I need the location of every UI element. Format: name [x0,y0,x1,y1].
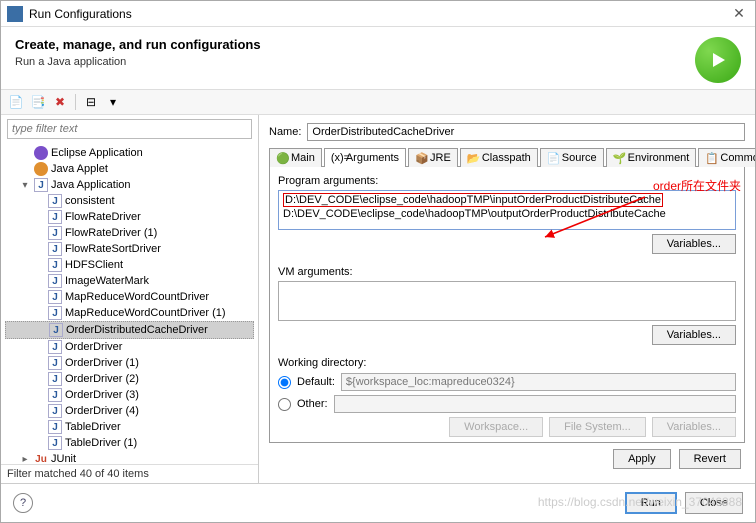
tree-item[interactable]: JMapReduceWordCountDriver (1) [5,305,254,321]
other-label: Other: [297,398,328,410]
config-tree[interactable]: Eclipse ApplicationJava Applet▾JJava App… [1,143,258,464]
delete-icon[interactable]: ✖ [51,93,69,111]
tab-jre[interactable]: 📦JRE [408,148,458,167]
tree-item[interactable]: JOrderDriver (1) [5,355,254,371]
tree-item[interactable]: ▾JJava Application [5,177,254,193]
tree-item[interactable]: Jconsistent [5,193,254,209]
tab-classpath[interactable]: 📂Classpath [460,148,538,167]
close-button[interactable]: Close [685,492,743,514]
run-button[interactable]: Run [625,492,677,514]
vm-args-input[interactable] [278,281,736,321]
other-path [334,395,736,413]
left-toolbar: 📄 📑 ✖ ⊟ ▾ [1,89,755,115]
filter-status: Filter matched 40 of 40 items [1,464,258,483]
highlighted-path: D:\DEV_CODE\eclipse_code\hadoopTMP\input… [283,193,663,207]
tree-item[interactable]: JHDFSClient [5,257,254,273]
default-label: Default: [297,376,335,388]
revert-button[interactable]: Revert [679,449,741,469]
tabs-row: 🟢Main(x)=Arguments📦JRE📂Classpath📄Source🌱… [269,147,745,167]
tree-item[interactable]: JTableDriver [5,419,254,435]
tab-source[interactable]: 📄Source [540,148,604,167]
tree-item[interactable]: ▸JuJUnit [5,451,254,464]
filesystem-button[interactable]: File System... [549,417,646,437]
tree-item[interactable]: JOrderDistributedCacheDriver [5,321,254,339]
filter-icon[interactable]: ▾ [104,93,122,111]
vm-variables-button[interactable]: Variables... [652,325,736,345]
run-big-icon [695,37,741,83]
program-args-input[interactable]: D:\DEV_CODE\eclipse_code\hadoopTMP\input… [278,190,736,230]
help-icon[interactable]: ? [13,493,33,513]
tab-environment[interactable]: 🌱Environment [606,148,697,167]
tree-item[interactable]: JFlowRateSortDriver [5,241,254,257]
wd-variables-button[interactable]: Variables... [652,417,736,437]
window-title: Run Configurations [29,7,729,21]
titlebar: Run Configurations ✕ [1,1,755,27]
tree-item[interactable]: JMapReduceWordCountDriver [5,289,254,305]
tree-item[interactable]: Java Applet [5,161,254,177]
default-path [341,373,736,391]
tree-item[interactable]: JOrderDriver (3) [5,387,254,403]
app-icon [7,6,23,22]
header-subtitle: Run a Java application [15,56,695,68]
tree-item[interactable]: JImageWaterMark [5,273,254,289]
new-config-icon[interactable]: 📄 [7,93,25,111]
apply-button[interactable]: Apply [613,449,671,469]
default-radio[interactable] [278,376,291,389]
tree-item[interactable]: JFlowRateDriver [5,209,254,225]
tab-main[interactable]: 🟢Main [269,148,322,167]
tab-common[interactable]: 📋Common [698,148,755,167]
tree-item[interactable]: JOrderDriver (4) [5,403,254,419]
collapse-icon[interactable]: ⊟ [82,93,100,111]
vm-args-label: VM arguments: [278,266,736,278]
close-icon[interactable]: ✕ [729,5,749,22]
tree-item[interactable]: Eclipse Application [5,145,254,161]
name-input[interactable] [307,123,745,141]
tree-item[interactable]: JTableDriver (1) [5,435,254,451]
name-label: Name: [269,126,301,138]
workspace-button[interactable]: Workspace... [449,417,543,437]
program-args-label: Program arguments: [278,175,736,187]
other-radio[interactable] [278,398,291,411]
program-variables-button[interactable]: Variables... [652,234,736,254]
tab-arguments[interactable]: (x)=Arguments [324,148,406,167]
duplicate-icon[interactable]: 📑 [29,93,47,111]
tree-item[interactable]: JFlowRateDriver (1) [5,225,254,241]
tree-item[interactable]: JOrderDriver [5,339,254,355]
filter-input[interactable] [7,119,252,139]
tree-item[interactable]: JOrderDriver (2) [5,371,254,387]
header: Create, manage, and run configurations R… [1,27,755,89]
header-title: Create, manage, and run configurations [15,37,695,52]
working-dir-label: Working directory: [278,357,736,369]
